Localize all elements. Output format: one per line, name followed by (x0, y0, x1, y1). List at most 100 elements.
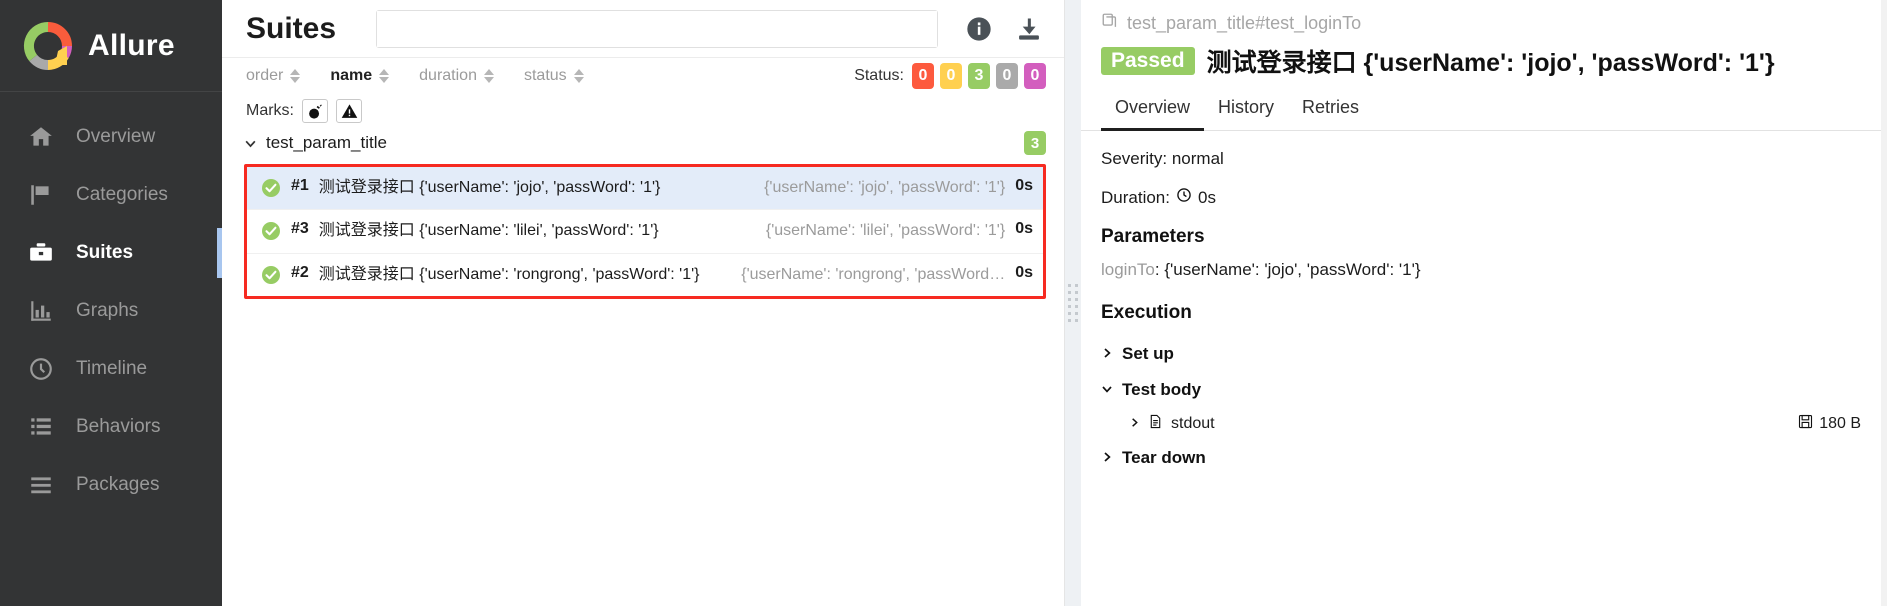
status-badge-unknown[interactable]: 0 (1024, 63, 1046, 89)
marks-label: Marks: (246, 102, 294, 119)
flag-icon (26, 180, 56, 210)
chevron-down-icon (244, 137, 258, 150)
duration-value: 0s (1197, 187, 1216, 207)
execution-setup[interactable]: Set up (1101, 336, 1861, 372)
sort-arrows-icon (483, 69, 494, 83)
suite-name: test_param_title (266, 133, 387, 152)
brand-name: Allure (88, 28, 175, 62)
test-duration: 0s (1015, 263, 1033, 281)
detail-title: 测试登录接口 {'userName': 'jojo', 'passWord': … (1206, 49, 1775, 77)
tab-retries[interactable]: Retries (1288, 89, 1373, 131)
sidebar-item-label: Graphs (76, 300, 139, 321)
sort-arrows-icon (379, 69, 390, 83)
page-title: Suites (246, 11, 337, 45)
sort-label: status (523, 67, 567, 84)
sidebar-item-label: Packages (76, 474, 160, 495)
brand-header[interactable]: Allure (0, 0, 222, 92)
table-row[interactable]: #3 测试登录接口 {'userName': 'lilei', 'passWor… (247, 210, 1043, 254)
home-icon (26, 122, 56, 152)
table-row[interactable]: #2 测试登录接口 {'userName': 'rongrong', 'pass… (247, 254, 1043, 296)
menu-icon (26, 470, 56, 500)
sidebar-item-label: Categories (76, 184, 168, 205)
duration-line: Duration: 0s (1101, 187, 1861, 208)
suite-group-header[interactable]: test_param_title 3 (222, 128, 1064, 158)
test-detail-panel: test_param_title#test_loginTo Passed 测试登… (1081, 0, 1881, 606)
bomb-icon[interactable] (302, 99, 328, 123)
status-badge-broken[interactable]: 0 (940, 63, 962, 89)
test-rows-container: #1 测试登录接口 {'userName': 'jojo', 'passWord… (244, 164, 1046, 300)
panel-splitter-handle[interactable] (1065, 0, 1081, 606)
execution-test-body[interactable]: Test body (1101, 372, 1861, 408)
test-name: 测试登录接口 {'userName': 'lilei', 'passWord':… (318, 222, 659, 240)
copy-icon[interactable] (1101, 12, 1119, 35)
chevron-right-icon (1129, 415, 1140, 433)
status-badge: Passed (1101, 47, 1195, 75)
warning-triangle-icon[interactable] (336, 99, 362, 123)
bar-chart-icon (26, 296, 56, 326)
attachment-size: 180 B (1819, 415, 1861, 432)
right-edge-scrollbar[interactable] (1881, 0, 1887, 606)
sidebar-item-label: Overview (76, 126, 156, 147)
tab-overview[interactable]: Overview (1101, 89, 1205, 131)
test-duration: 0s (1015, 220, 1033, 238)
breadcrumb-text: test_param_title#test_loginTo (1127, 13, 1362, 33)
sort-status[interactable]: status (524, 67, 584, 85)
status-badge-skipped[interactable]: 0 (996, 63, 1018, 89)
sidebar: Allure Overview Categories Suites Graphs… (0, 0, 222, 606)
sort-arrows-icon (290, 69, 301, 83)
marks-bar: Marks: (222, 94, 1064, 128)
file-icon (1148, 414, 1163, 434)
sidebar-item-suites[interactable]: Suites (0, 224, 222, 282)
sidebar-item-overview[interactable]: Overview (0, 108, 222, 166)
test-parameters: {'userName': 'lilei', 'passWord': '1'} (765, 222, 1006, 240)
allure-report-app: Allure Overview Categories Suites Graphs… (0, 0, 1887, 606)
list-icon (26, 412, 56, 442)
status-badge-passed[interactable]: 3 (968, 63, 990, 89)
sort-name[interactable]: name (330, 67, 390, 85)
tab-history[interactable]: History (1204, 89, 1288, 131)
parameters-heading: Parameters (1101, 226, 1205, 247)
sidebar-item-categories[interactable]: Categories (0, 166, 222, 224)
test-parameters: {'userName': 'rongrong', 'passWord… (741, 265, 1006, 283)
passed-status-icon (261, 265, 281, 285)
search-input[interactable] (377, 10, 937, 47)
sidebar-item-graphs[interactable]: Graphs (0, 282, 222, 340)
sort-bar: order name duration status Status: 0 0 3… (222, 58, 1064, 94)
detail-content: Severity: normal Duration: 0s Parameters… (1081, 131, 1881, 476)
passed-status-icon (261, 178, 281, 198)
execution-heading: Execution (1101, 302, 1192, 323)
chevron-down-icon (1101, 380, 1113, 400)
chevron-right-icon (1101, 344, 1113, 364)
duration-label: Duration: (1101, 187, 1170, 207)
execution-item-label: Set up (1122, 344, 1174, 363)
execution-item-label: Test body (1122, 380, 1202, 399)
sort-label: duration (419, 67, 477, 84)
status-badge-failed[interactable]: 0 (912, 63, 934, 89)
info-icon[interactable] (962, 12, 996, 46)
sort-order[interactable]: order (246, 67, 301, 85)
suites-panel: Suites order name duration status Status… (222, 0, 1065, 606)
execution-tear-down[interactable]: Tear down (1101, 440, 1861, 476)
attachment-label: stdout (1171, 415, 1215, 432)
test-order-number: #2 (291, 263, 309, 281)
passed-status-icon (261, 221, 281, 241)
status-filter-label: Status: (854, 67, 904, 84)
sidebar-item-packages[interactable]: Packages (0, 456, 222, 514)
parameter-value: : {'userName': 'jojo', 'passWord': '1'} (1154, 260, 1421, 279)
test-duration: 0s (1015, 177, 1033, 194)
table-row[interactable]: #1 测试登录接口 {'userName': 'jojo', 'passWord… (247, 167, 1043, 211)
breadcrumb[interactable]: test_param_title#test_loginTo (1081, 0, 1881, 39)
sort-duration[interactable]: duration (419, 67, 494, 85)
sidebar-item-timeline[interactable]: Timeline (0, 340, 222, 398)
clock-icon (1176, 187, 1192, 208)
sort-label: order (246, 67, 284, 84)
sidebar-item-behaviors[interactable]: Behaviors (0, 398, 222, 456)
search-box[interactable] (376, 9, 938, 48)
sort-label: name (330, 67, 373, 84)
suite-count-badge: 3 (1024, 131, 1046, 155)
download-icon[interactable] (1012, 12, 1046, 46)
clock-icon (26, 354, 56, 384)
test-parameters: {'userName': 'jojo', 'passWord': '1'} (764, 179, 1006, 196)
attachment-stdout-row[interactable]: stdout 180 B (1101, 408, 1861, 440)
sidebar-nav: Overview Categories Suites Graphs Timeli… (0, 92, 222, 514)
